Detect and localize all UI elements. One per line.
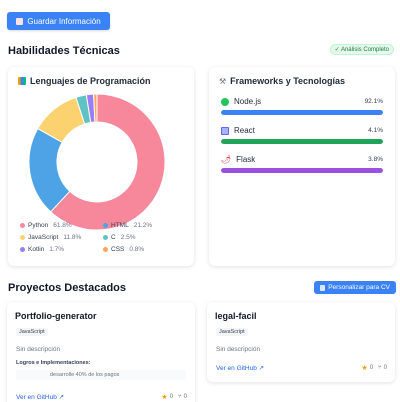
- framework-name: Flask: [236, 155, 256, 164]
- legend-label: Python: [28, 222, 49, 229]
- framework-name: React: [234, 126, 255, 135]
- nodejs-icon: [221, 97, 229, 106]
- frameworks-card-header: ⚒ Frameworks y Tecnologías: [219, 76, 345, 86]
- legend-item-html: HTML 21.2%: [103, 222, 152, 229]
- achievements-label: Logros e Implementaciones:: [16, 360, 91, 366]
- languages-card-header: Lenguajes de Programación: [18, 76, 151, 86]
- legend-label: HTML: [111, 222, 129, 229]
- bar-chart-icon: [18, 77, 26, 85]
- github-link[interactable]: Ver en GitHub ↗: [16, 393, 64, 401]
- framework-progress-fill: [221, 168, 383, 173]
- analysis-status-badge: ✓ Análisis Completo: [329, 44, 394, 55]
- legend-percentage: 0.8%: [129, 246, 145, 253]
- frameworks-card: ⚒ Frameworks y Tecnologías Node.js 92.1%…: [209, 67, 395, 266]
- legend-label: C: [111, 234, 116, 241]
- projects-section-title: Proyectos Destacados: [8, 282, 126, 294]
- github-link[interactable]: Ver en GitHub ↗: [216, 364, 264, 372]
- framework-name: Node.js: [234, 97, 262, 106]
- project-stats: ★ 0 ⑂ 0: [361, 364, 387, 372]
- star-count: 0: [169, 394, 174, 400]
- project-description: Sin descripción: [16, 346, 61, 353]
- legend-label: JavaScript: [28, 234, 59, 241]
- legend-item-c: C 2.5%: [103, 234, 136, 241]
- tools-icon: ⚒: [219, 76, 227, 86]
- legend-percentage: 61.8%: [53, 222, 72, 229]
- framework-row-flask: 🌶 Flask 3.8%: [221, 155, 383, 173]
- framework-progress-bar: [221, 110, 383, 115]
- customize-cv-label: Personalizar para CV: [328, 284, 390, 291]
- legend-swatch: [103, 235, 108, 240]
- flask-icon: 🌶: [221, 155, 232, 164]
- project-description: Sin descripción: [216, 346, 261, 353]
- framework-progress-fill: [221, 110, 383, 115]
- customize-cv-button[interactable]: Personalizar para CV: [314, 281, 396, 294]
- framework-progress-bar: [221, 139, 383, 144]
- framework-row-nodejs: Node.js 92.1%: [221, 97, 383, 115]
- project-name: Portfolio-generator: [15, 311, 97, 321]
- legend-label: Kotlin: [28, 246, 45, 253]
- legend-label: CSS: [111, 246, 125, 253]
- framework-percentage: 4.1%: [368, 127, 383, 134]
- legend-percentage: 2.5%: [120, 234, 136, 241]
- legend-item-javascript: JavaScript 11.8%: [20, 234, 81, 241]
- fork-count: 0: [183, 394, 187, 400]
- framework-progress-fill: [221, 139, 383, 144]
- languages-card-title: Lenguajes de Programación: [30, 76, 151, 86]
- legend-percentage: 21.2%: [133, 222, 153, 229]
- save-info-label: Guardar Información: [27, 16, 101, 26]
- framework-row-react: React 4.1%: [221, 126, 383, 144]
- legend-item-python: Python 61.8%: [20, 222, 72, 229]
- framework-progress-bar: [221, 168, 383, 173]
- fork-icon: ⑂: [178, 394, 182, 400]
- save-icon: [16, 17, 24, 25]
- legend-swatch: [103, 223, 108, 228]
- star-icon: ★: [361, 365, 368, 372]
- fork-count: 0: [383, 365, 387, 371]
- document-icon: [320, 284, 326, 291]
- legend-swatch: [103, 247, 108, 252]
- skills-section-title: Habilidades Técnicas: [8, 45, 120, 57]
- legend-swatch: [20, 235, 25, 240]
- languages-donut-chart: [28, 93, 166, 231]
- react-icon: [221, 126, 229, 135]
- legend-swatch: [20, 247, 25, 252]
- star-count: 0: [369, 365, 374, 371]
- star-icon: ★: [161, 394, 168, 401]
- project-stats: ★ 0 ⑂ 0: [161, 393, 187, 401]
- legend-percentage: 11.8%: [63, 234, 82, 241]
- save-info-button[interactable]: Guardar Información: [7, 12, 110, 30]
- legend-item-css: CSS 0.8%: [103, 246, 144, 253]
- language-tag: JavaScript: [216, 328, 248, 336]
- framework-percentage: 3.8%: [368, 156, 383, 163]
- framework-percentage: 92.1%: [364, 98, 383, 105]
- project-card: Portfolio-generator JavaScript Sin descr…: [7, 302, 195, 402]
- frameworks-card-title: Frameworks y Tecnologías: [230, 76, 346, 86]
- project-name: legal-facil: [215, 311, 257, 321]
- legend-item-kotlin: Kotlin 1.7%: [20, 246, 64, 253]
- achievement-item: desarrolle 40% de los pagos: [16, 370, 186, 380]
- legend-percentage: 1.7%: [49, 246, 65, 253]
- project-card: legal-facil JavaScript Sin descripción V…: [207, 302, 395, 382]
- language-tag: JavaScript: [16, 328, 48, 336]
- legend-swatch: [20, 223, 25, 228]
- fork-icon: ⑂: [378, 365, 382, 371]
- achievement-text: desarrolle 40% de los pagos: [50, 372, 120, 378]
- languages-card: Lenguajes de Programación Python 61.8% HTM…: [8, 67, 194, 266]
